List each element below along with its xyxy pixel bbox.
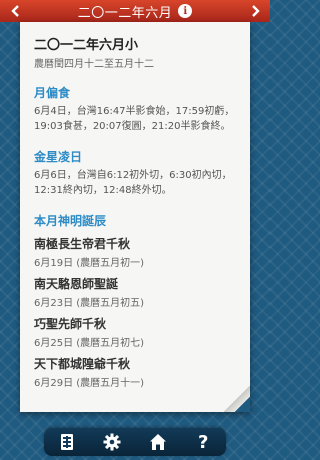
home-icon[interactable] bbox=[143, 430, 173, 454]
help-label: ? bbox=[198, 431, 209, 453]
content-card: 二〇一二年六月小 農曆閏四月十二至五月十二 月偏食 6月4日，台灣16:47半影… bbox=[20, 22, 250, 412]
bottom-toolbar: ? bbox=[44, 428, 226, 456]
month-header: 二〇一二年六月 i bbox=[0, 0, 270, 22]
gear-icon[interactable] bbox=[97, 430, 127, 454]
festivals-heading: 本月神明誕辰 bbox=[34, 214, 107, 228]
book-icon[interactable] bbox=[52, 430, 82, 454]
festival-date: 6月23日 (農曆五月初五) bbox=[34, 298, 145, 309]
chevron-right-icon[interactable] bbox=[244, 0, 266, 22]
festival-name: 南極長生帝君千秋 bbox=[34, 237, 131, 251]
transit-text: 6月6日，台灣自6:12初外切，6:30初內切，12:31終內切，12:48終外… bbox=[34, 170, 232, 196]
chevron-left-icon[interactable] bbox=[4, 0, 26, 22]
festival-name: 天下都城隍爺千秋 bbox=[34, 357, 131, 371]
festival-item: 南極長生帝君千秋 6月19日 (農曆五月初一) bbox=[34, 235, 238, 269]
info-icon[interactable]: i bbox=[178, 4, 193, 18]
page-curl bbox=[224, 386, 250, 412]
eclipse-heading: 月偏食 bbox=[34, 86, 71, 100]
help-icon[interactable]: ? bbox=[188, 430, 218, 454]
eclipse-text: 6月4日，台灣16:47半影食始，17:59初虧，19:03食甚，20:07復圓… bbox=[34, 106, 235, 132]
transit-heading: 金星凌日 bbox=[34, 150, 83, 164]
festival-item: 天下都城隍爺千秋 6月29日 (農曆五月十一) bbox=[34, 355, 238, 389]
lunar-range: 農曆閏四月十二至五月十二 bbox=[34, 59, 154, 70]
festival-item: 南天駱恩師聖誕 6月23日 (農曆五月初五) bbox=[34, 275, 238, 309]
festival-name: 南天駱恩師聖誕 bbox=[34, 277, 119, 291]
festival-name: 巧聖先師千秋 bbox=[34, 317, 107, 331]
header-title: 二〇一二年六月 bbox=[77, 5, 173, 21]
festival-date: 6月19日 (農曆五月初一) bbox=[34, 258, 145, 269]
month-title: 二〇一二年六月小 bbox=[34, 38, 139, 53]
festival-date: 6月29日 (農曆五月十一) bbox=[34, 378, 145, 389]
festival-date: 6月25日 (農曆五月初七) bbox=[34, 338, 145, 349]
festival-item: 巧聖先師千秋 6月25日 (農曆五月初七) bbox=[34, 315, 238, 349]
